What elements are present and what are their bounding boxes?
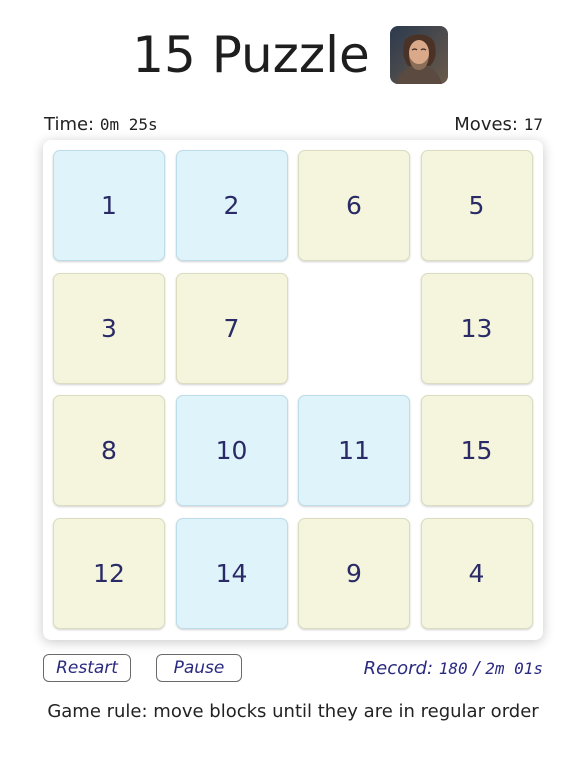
empty-slot	[298, 273, 410, 384]
record-time: 2m 01s	[485, 659, 543, 678]
title-row: 15 Puzzle	[0, 22, 580, 88]
puzzle-tile[interactable]: 7	[175, 272, 288, 384]
puzzle-board: 1 2 6 5 3 7 13 8 10 11 15 12 14 9 4	[43, 140, 543, 640]
puzzle-tile[interactable]: 4	[420, 517, 533, 629]
game-rule-text: Game rule: move blocks until they are in…	[47, 701, 539, 722]
page-title: 15 Puzzle	[132, 26, 370, 84]
pause-button[interactable]: Pause	[156, 654, 242, 682]
puzzle-tile[interactable]: 14	[175, 517, 288, 629]
puzzle-tile[interactable]: 8	[53, 395, 165, 506]
moves-display: Moves: 17	[454, 114, 543, 135]
puzzle-tile[interactable]: 9	[298, 517, 410, 629]
puzzle-tile[interactable]: 10	[175, 395, 288, 506]
puzzle-tile[interactable]: 1	[53, 150, 165, 261]
record-separator: /	[473, 658, 480, 679]
puzzle-tile[interactable]: 3	[53, 272, 165, 384]
record-moves: 180	[438, 659, 468, 678]
puzzle-tile[interactable]: 11	[298, 395, 410, 506]
puzzle-tile[interactable]: 5	[420, 150, 533, 261]
time-display: Time: 0m 25s	[44, 114, 158, 135]
moves-value: 17	[523, 115, 543, 134]
record-label: Record:	[363, 658, 434, 679]
moves-label: Moves:	[454, 114, 518, 135]
puzzle-tile[interactable]: 2	[175, 150, 288, 261]
stats-bar: Time: 0m 25s Moves: 17	[44, 114, 543, 136]
avatar-icon	[389, 26, 448, 84]
puzzle-tile[interactable]: 15	[420, 395, 533, 506]
time-label: Time:	[44, 114, 95, 135]
puzzle-tile[interactable]: 12	[53, 517, 165, 629]
puzzle-tile[interactable]: 6	[298, 150, 410, 261]
puzzle-tile[interactable]: 13	[420, 272, 533, 384]
restart-button[interactable]: Restart	[43, 654, 131, 682]
controls-bar: Restart Pause Record: 180 / 2m 01s	[43, 654, 543, 684]
record-display: Record: 180 / 2m 01s	[364, 658, 543, 679]
time-value: 0m 25s	[99, 115, 158, 134]
